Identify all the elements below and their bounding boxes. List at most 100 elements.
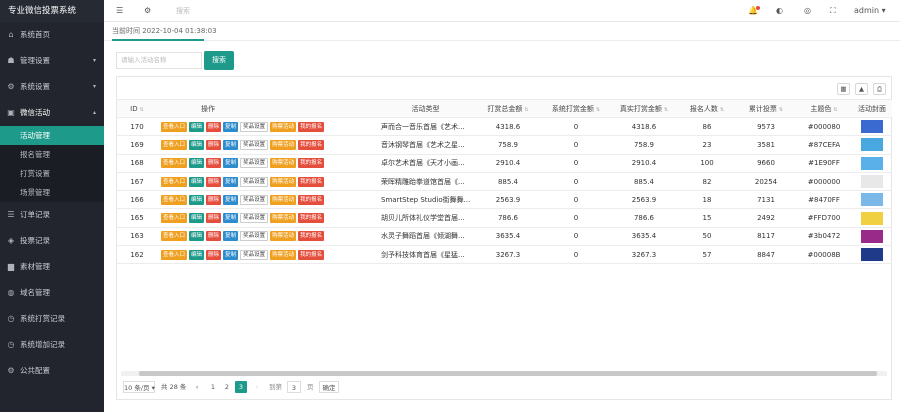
ticket-activity-button[interactable]: 购票活动 bbox=[270, 121, 297, 132]
sidebar-subitem-scene-manage[interactable]: 场景管理 bbox=[0, 183, 104, 202]
delete-button[interactable]: 删除 bbox=[206, 213, 222, 224]
prize-settings-button[interactable]: 奖品设置 bbox=[240, 176, 269, 187]
copy-button[interactable]: 复制 bbox=[223, 213, 239, 224]
edit-button[interactable]: 编辑 bbox=[189, 194, 205, 205]
view-entry-button[interactable]: 查看入口 bbox=[161, 213, 188, 224]
col-header-color[interactable]: 主题色 ⇅ bbox=[796, 99, 852, 118]
per-page-select[interactable]: 10 条/页 ▾ bbox=[123, 381, 155, 393]
sidebar-item-a1[interactable]: ☗ 管理设置 ▾ bbox=[0, 48, 104, 74]
settings-icon[interactable]: ⚙ bbox=[144, 0, 151, 22]
edit-button[interactable]: 编辑 bbox=[189, 158, 205, 169]
sidebar-item-a2[interactable]: ⚙ 系统设置 ▾ bbox=[0, 74, 104, 100]
col-header-system[interactable]: 系统打赏金额 ⇅ bbox=[542, 99, 610, 118]
activity-search-input[interactable]: 请输入活动名称 bbox=[116, 52, 202, 69]
my-signup-button[interactable]: 我的报名 bbox=[298, 194, 325, 205]
view-entry-button[interactable]: 查看入口 bbox=[161, 121, 188, 132]
delete-button[interactable]: 删除 bbox=[206, 249, 222, 260]
delete-button[interactable]: 删除 bbox=[206, 139, 222, 150]
sidebar-item-b3[interactable]: ◍ 域名管理 bbox=[0, 280, 104, 306]
print-icon[interactable]: ⎙ bbox=[873, 83, 886, 95]
ticket-activity-button[interactable]: 购票活动 bbox=[270, 249, 297, 260]
sidebar-item-b0[interactable]: ☰ 订单记录 bbox=[0, 202, 104, 228]
my-signup-button[interactable]: 我的报名 bbox=[298, 249, 325, 260]
my-signup-button[interactable]: 我的报名 bbox=[298, 158, 325, 169]
user-menu[interactable]: admin ▾ bbox=[854, 0, 886, 22]
prize-settings-button[interactable]: 奖品设置 bbox=[240, 121, 269, 132]
my-signup-button[interactable]: 我的报名 bbox=[298, 231, 325, 242]
view-entry-button[interactable]: 查看入口 bbox=[161, 176, 188, 187]
copy-button[interactable]: 复制 bbox=[223, 176, 239, 187]
goto-confirm-button[interactable]: 确定 bbox=[319, 381, 339, 393]
prev-page-button[interactable]: ‹ bbox=[191, 381, 203, 393]
delete-button[interactable]: 删除 bbox=[206, 158, 222, 169]
copy-button[interactable]: 复制 bbox=[223, 249, 239, 260]
page-button-1[interactable]: 1 bbox=[207, 381, 219, 393]
view-entry-button[interactable]: 查看入口 bbox=[161, 231, 188, 242]
my-signup-button[interactable]: 我的报名 bbox=[298, 213, 325, 224]
cell-cover[interactable] bbox=[852, 117, 892, 137]
my-signup-button[interactable]: 我的报名 bbox=[298, 121, 325, 132]
edit-button[interactable]: 编辑 bbox=[189, 249, 205, 260]
ticket-activity-button[interactable]: 购票活动 bbox=[270, 213, 297, 224]
view-entry-button[interactable]: 查看入口 bbox=[161, 194, 188, 205]
cover-thumbnail[interactable] bbox=[861, 175, 883, 189]
next-page-button[interactable]: › bbox=[251, 381, 263, 393]
page-button-3[interactable]: 3 bbox=[235, 381, 247, 393]
sidebar-item-b5[interactable]: ◷ 系统增加记录 bbox=[0, 332, 104, 358]
ticket-activity-button[interactable]: 购票活动 bbox=[270, 176, 297, 187]
view-entry-button[interactable]: 查看入口 bbox=[161, 249, 188, 260]
sidebar-subitem-reward-settings[interactable]: 打赏设置 bbox=[0, 164, 104, 183]
edit-button[interactable]: 编辑 bbox=[189, 139, 205, 150]
edit-button[interactable]: 编辑 bbox=[189, 121, 205, 132]
top-search-placeholder[interactable]: 搜索 bbox=[176, 0, 190, 22]
ticket-activity-button[interactable]: 购票活动 bbox=[270, 158, 297, 169]
prize-settings-button[interactable]: 奖品设置 bbox=[240, 139, 269, 150]
prize-settings-button[interactable]: 奖品设置 bbox=[240, 231, 269, 242]
cover-thumbnail[interactable] bbox=[861, 156, 883, 170]
search-button[interactable]: 搜索 bbox=[204, 51, 234, 70]
view-entry-button[interactable]: 查看入口 bbox=[161, 139, 188, 150]
horizontal-scrollbar[interactable] bbox=[121, 371, 887, 376]
cell-cover[interactable] bbox=[852, 245, 892, 265]
sidebar-item-a3[interactable]: ▣ 微信活动 ▴ bbox=[0, 100, 104, 126]
cell-cover[interactable] bbox=[852, 208, 892, 228]
cell-cover[interactable] bbox=[852, 227, 892, 247]
edit-button[interactable]: 编辑 bbox=[189, 231, 205, 242]
cell-cover[interactable] bbox=[852, 172, 892, 192]
sidebar-item-b1[interactable]: ◈ 投票记录 bbox=[0, 228, 104, 254]
delete-button[interactable]: 删除 bbox=[206, 231, 222, 242]
cell-cover[interactable] bbox=[852, 135, 892, 155]
col-header-real[interactable]: 真实打赏金额 ⇅ bbox=[610, 99, 678, 118]
scrollbar-thumb[interactable] bbox=[139, 371, 877, 376]
copy-button[interactable]: 复制 bbox=[223, 139, 239, 150]
edit-button[interactable]: 编辑 bbox=[189, 213, 205, 224]
sidebar-item-a0[interactable]: ⌂ 系统首页 bbox=[0, 22, 104, 48]
col-header-votes[interactable]: 累计投票 ⇅ bbox=[736, 99, 796, 118]
sidebar-subitem-activity-manage[interactable]: 活动管理 bbox=[0, 126, 104, 145]
my-signup-button[interactable]: 我的报名 bbox=[298, 139, 325, 150]
col-header-total[interactable]: 打赏总金额 ⇅ bbox=[474, 99, 542, 118]
cover-thumbnail[interactable] bbox=[861, 229, 883, 243]
goto-page-input[interactable]: 3 bbox=[287, 381, 301, 393]
delete-button[interactable]: 删除 bbox=[206, 176, 222, 187]
cell-cover[interactable] bbox=[852, 154, 892, 173]
prize-settings-button[interactable]: 奖品设置 bbox=[240, 213, 269, 224]
copy-button[interactable]: 复制 bbox=[223, 121, 239, 132]
bell-icon[interactable]: 🔔 bbox=[748, 0, 760, 22]
delete-button[interactable]: 删除 bbox=[206, 194, 222, 205]
sidebar-subitem-signup-manage[interactable]: 报名管理 bbox=[0, 145, 104, 164]
copy-button[interactable]: 复制 bbox=[223, 158, 239, 169]
export-icon[interactable]: ▲ bbox=[855, 83, 868, 95]
menu-toggle-icon[interactable]: ☰ bbox=[116, 0, 123, 22]
page-button-2[interactable]: 2 bbox=[221, 381, 233, 393]
copy-button[interactable]: 复制 bbox=[223, 194, 239, 205]
my-signup-button[interactable]: 我的报名 bbox=[298, 176, 325, 187]
fullscreen-icon[interactable]: ⛶ bbox=[830, 0, 836, 22]
ticket-activity-button[interactable]: 购票活动 bbox=[270, 139, 297, 150]
delete-button[interactable]: 删除 bbox=[206, 121, 222, 132]
columns-icon[interactable]: ▦ bbox=[837, 83, 850, 95]
theme-icon[interactable]: ◐ bbox=[776, 0, 783, 22]
prize-settings-button[interactable]: 奖品设置 bbox=[240, 194, 269, 205]
view-entry-button[interactable]: 查看入口 bbox=[161, 158, 188, 169]
copy-button[interactable]: 复制 bbox=[223, 231, 239, 242]
